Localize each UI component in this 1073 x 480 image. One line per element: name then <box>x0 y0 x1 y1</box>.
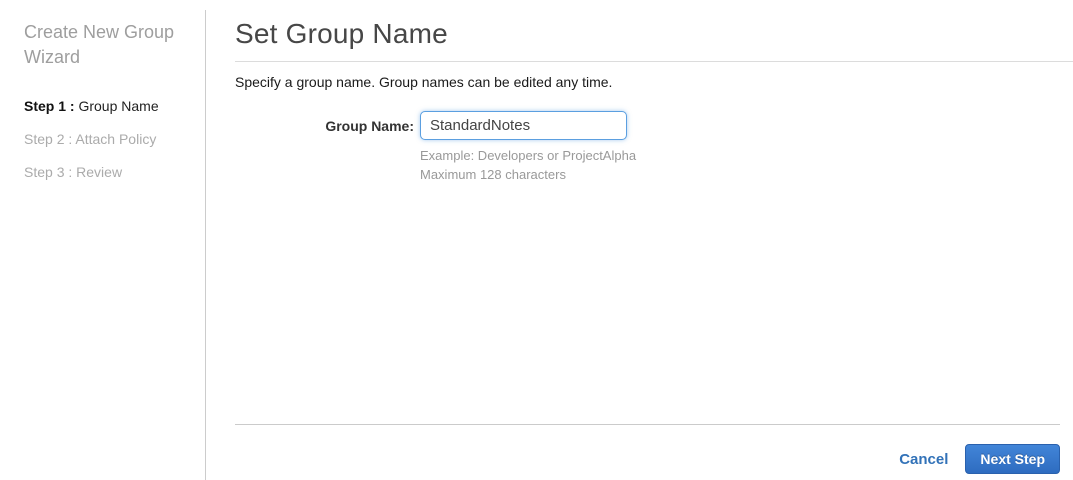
step-label: Review <box>76 164 123 180</box>
create-group-wizard-page: Create New Group Wizard Step 1 : Group N… <box>0 0 1073 480</box>
footer-divider <box>235 424 1060 425</box>
cancel-button[interactable]: Cancel <box>899 451 948 468</box>
sidebar-step-attach-policy: Step 2 : Attach Policy <box>24 131 185 147</box>
sidebar-divider <box>205 10 206 480</box>
wizard-title: Create New Group Wizard <box>24 22 175 67</box>
group-name-form-row: Group Name: <box>235 111 1073 140</box>
step-prefix: Step 3 : <box>24 164 73 180</box>
title-divider <box>235 61 1073 62</box>
sidebar-step-review: Step 3 : Review <box>24 164 185 180</box>
wizard-steps: Step 1 : Group Name Step 2 : Attach Poli… <box>24 98 185 180</box>
wizard-sidebar: Create New Group Wizard Step 1 : Group N… <box>0 0 205 480</box>
hint-max-characters: Maximum 128 characters <box>420 167 566 182</box>
sidebar-step-group-name: Step 1 : Group Name <box>24 98 185 114</box>
step-prefix: Step 1 : <box>24 98 75 114</box>
group-name-label: Group Name: <box>325 118 414 134</box>
field-hints: Example: Developers or ProjectAlpha Maxi… <box>420 146 1073 184</box>
main-content: Set Group Name Specify a group name. Gro… <box>235 0 1073 480</box>
page-description: Specify a group name. Group names can be… <box>235 74 613 90</box>
next-step-button[interactable]: Next Step <box>965 444 1060 474</box>
group-name-input[interactable] <box>420 111 627 140</box>
page-title: Set Group Name <box>235 18 448 49</box>
step-prefix: Step 2 : <box>24 131 73 147</box>
step-label: Group Name <box>78 98 159 114</box>
hint-example: Example: Developers or ProjectAlpha <box>420 148 637 163</box>
wizard-footer: Cancel Next Step <box>899 444 1060 474</box>
step-label: Attach Policy <box>75 131 157 147</box>
